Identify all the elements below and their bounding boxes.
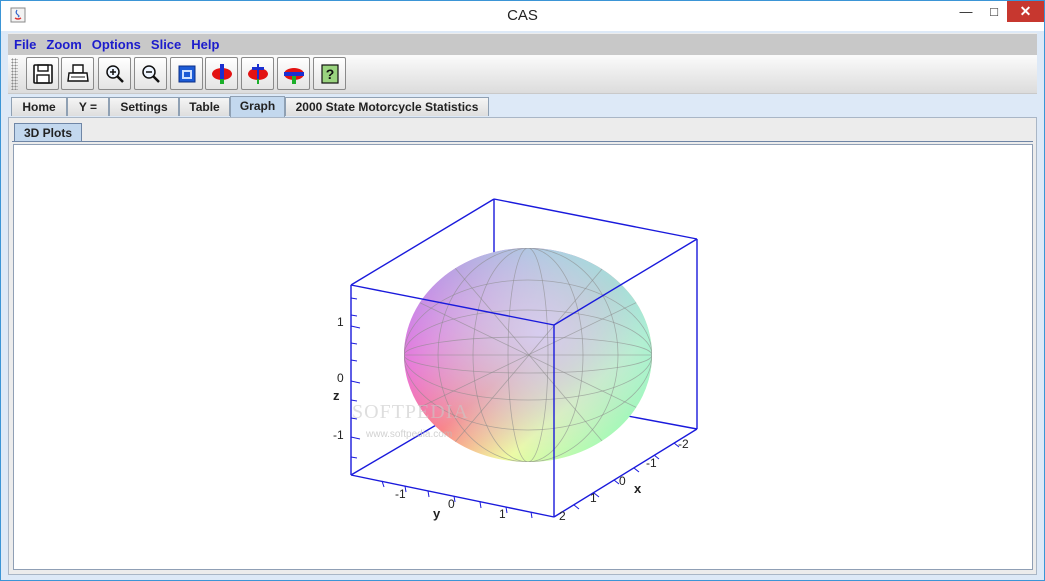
zoom-in-icon: [105, 64, 124, 83]
tab-home[interactable]: Home: [11, 97, 67, 116]
z-tick-neg1: -1: [333, 428, 344, 442]
x-axis-label: x: [634, 481, 642, 496]
save-button[interactable]: [26, 57, 59, 90]
z-axis-label: z: [333, 388, 340, 403]
subtab-3d-plots[interactable]: 3D Plots: [14, 123, 82, 142]
y-tick-1: 1: [499, 507, 506, 521]
plot-canvas[interactable]: 1 0 z -1 -1 0 y 1 -2 -1 0 x 1 2 SOFTPEDI…: [13, 144, 1033, 570]
x-tick-1: 1: [590, 491, 597, 505]
maximize-button[interactable]: □: [981, 1, 1007, 22]
menu-bar: File Zoom Options Slice Help: [8, 33, 1037, 55]
menu-help[interactable]: Help: [186, 34, 224, 53]
window-button[interactable]: [170, 57, 203, 90]
tab-y-equals[interactable]: Y =: [67, 97, 109, 116]
x-tick-2: 2: [559, 509, 566, 523]
slice-vertical-button[interactable]: [205, 57, 238, 90]
x-tick-0: 0: [619, 474, 626, 488]
slice-horizontal-button[interactable]: [277, 57, 310, 90]
toolbar-grip[interactable]: [11, 58, 18, 90]
watermark-text: SOFTPEDIA: [352, 401, 469, 423]
close-button[interactable]: ✕: [1007, 1, 1044, 22]
main-tabs: Home Y = Settings Table Graph 2000 State…: [8, 96, 1037, 117]
z-tick-0: 0: [337, 371, 344, 385]
x-tick-neg2: -2: [678, 437, 689, 451]
y-axis-label: y: [433, 506, 441, 521]
menu-file[interactable]: File: [8, 34, 41, 53]
minimize-button[interactable]: —: [951, 1, 981, 22]
zoom-out-icon: [141, 64, 160, 83]
print-button[interactable]: [61, 57, 94, 90]
y-tick-neg1: -1: [395, 487, 406, 501]
tab-table[interactable]: Table: [179, 97, 230, 116]
help-button[interactable]: ?: [313, 57, 346, 90]
z-tick-1: 1: [337, 315, 344, 329]
slice-split-button[interactable]: [241, 57, 274, 90]
tab-settings[interactable]: Settings: [109, 97, 179, 116]
title-bar: CAS — □ ✕: [1, 1, 1044, 31]
subtab-divider: [12, 141, 1033, 142]
toolbar: ?: [8, 55, 1037, 94]
zoom-in-button[interactable]: [98, 57, 131, 90]
print-icon: [66, 63, 89, 82]
window-title: CAS: [507, 7, 538, 24]
plot-3d-surface: [350, 198, 698, 519]
app-window: CAS — □ ✕ File Zoom Options Slice Help ?…: [0, 0, 1045, 581]
menu-options[interactable]: Options: [87, 34, 146, 53]
zoom-out-button[interactable]: [134, 57, 167, 90]
y-tick-0: 0: [448, 497, 455, 511]
slice-split-icon: [247, 63, 268, 84]
help-icon: ?: [320, 63, 339, 84]
menu-slice[interactable]: Slice: [146, 34, 186, 53]
tab-graph[interactable]: Graph: [230, 96, 285, 117]
slice-horizontal-icon: [283, 67, 304, 84]
graph-panel: 3D Plots 1 0 z -1 -1 0 y 1 -2 -1 0 x 1 2…: [8, 117, 1037, 575]
help-glyph: ?: [325, 66, 334, 82]
x-tick-neg1: -1: [646, 456, 657, 470]
tab-motorcycle-statistics[interactable]: 2000 State Motorcycle Statistics: [285, 97, 489, 116]
watermark-url: www.softpedia.com: [366, 429, 453, 440]
menu-zoom[interactable]: Zoom: [41, 34, 86, 53]
save-icon: [32, 63, 53, 84]
window-icon: [178, 65, 195, 82]
slice-vertical-icon: [211, 63, 232, 84]
